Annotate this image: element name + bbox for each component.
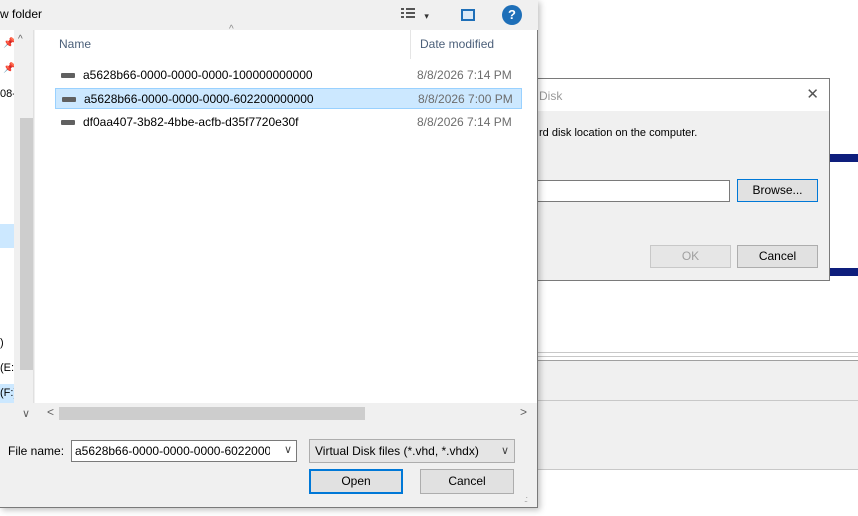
disk-row: [530, 400, 858, 470]
views-button[interactable]: ▾: [401, 7, 429, 22]
divider: [530, 356, 858, 357]
horizontal-scrollbar[interactable]: < >: [35, 403, 537, 423]
browse-button[interactable]: Browse...: [737, 179, 818, 202]
chevron-up-icon[interactable]: ^: [18, 34, 23, 45]
nav-item[interactable]: ): [0, 337, 4, 349]
file-name: df0aa407-3b82-4bbe-acfb-d35f7720e30f: [83, 115, 299, 129]
file-type-select[interactable]: Virtual Disk files (*.vhd, *.vhdx) ∨: [309, 439, 515, 463]
volume-bar: [830, 154, 858, 162]
file-list[interactable]: ^ Name Date modified a5628b66-0000-0000-…: [35, 24, 537, 403]
toolbar: w folder ▾ ?: [0, 0, 538, 30]
chevron-down-icon: ∨: [500, 445, 509, 457]
new-folder-button[interactable]: w folder: [0, 7, 42, 21]
file-name-label-text: File name:: [8, 444, 65, 458]
column-separator[interactable]: [410, 30, 411, 59]
nav-selection: [0, 224, 14, 248]
open-button[interactable]: Open: [309, 469, 403, 494]
file-type-value: Virtual Disk files (*.vhd, *.vhdx): [315, 444, 479, 458]
chevron-down-icon[interactable]: ∨: [284, 443, 292, 456]
chevron-down-icon: ▾: [424, 11, 429, 21]
file-date: 8/8/2026 7:00 PM: [418, 92, 513, 106]
attach-vhd-dialog: Disk ✕ rd disk location on the computer.…: [520, 78, 830, 281]
file-row[interactable]: df0aa407-3b82-4bbe-acfb-d35f7720e30f 8/8…: [55, 112, 522, 133]
background-pane: [530, 470, 858, 516]
file-row-selected[interactable]: a5628b66-0000-0000-0000-602200000000 8/8…: [55, 88, 522, 109]
file-row[interactable]: a5628b66-0000-0000-0000-100000000000 8/8…: [55, 65, 522, 86]
file-name-value[interactable]: a5628b66-0000-0000-0000-6022000: [75, 444, 270, 458]
file-date: 8/8/2026 7:14 PM: [417, 68, 512, 82]
column-header-date-modified[interactable]: Date modified: [420, 30, 494, 59]
location-input[interactable]: [531, 180, 730, 202]
file-name-combobox[interactable]: a5628b66-0000-0000-0000-6022000 ∨: [71, 440, 297, 462]
chevron-down-icon[interactable]: ∨: [22, 407, 30, 420]
file-name-label: File name:: [8, 444, 64, 458]
vhd-file-icon: [61, 120, 75, 125]
chevron-left-icon[interactable]: <: [47, 405, 54, 419]
views-icon: [401, 8, 418, 22]
file-date: 8/8/2026 7:14 PM: [417, 115, 512, 129]
preview-pane-icon[interactable]: [461, 9, 475, 21]
vhd-file-icon: [62, 97, 76, 102]
volume-bar: [830, 268, 858, 276]
dialog-title: Disk: [539, 89, 563, 103]
file-name: a5628b66-0000-0000-0000-602200000000: [84, 92, 314, 106]
cancel-button[interactable]: Cancel: [420, 469, 514, 494]
horizontal-scroll-thumb[interactable]: [59, 407, 365, 420]
close-icon[interactable]: ✕: [806, 85, 819, 103]
dialog-titlebar: Disk ✕: [521, 79, 829, 111]
chevron-right-icon[interactable]: >: [520, 405, 527, 419]
sort-ascending-icon: ^: [229, 24, 234, 35]
nav-scroll-thumb[interactable]: [20, 118, 33, 370]
resize-grip-icon[interactable]: .:: [524, 494, 528, 504]
open-file-dialog: w folder ▾ ? 📌 📌 08- ) (E:) (F:) ^ ∨ ^ N…: [0, 0, 538, 508]
file-name: a5628b66-0000-0000-0000-100000000000: [83, 68, 313, 82]
navigation-pane[interactable]: 📌 📌 08- ) (E:) (F:) ^: [0, 30, 34, 403]
help-icon[interactable]: ?: [502, 5, 522, 25]
divider: [530, 352, 858, 353]
column-header-name[interactable]: Name: [59, 30, 91, 59]
ok-button[interactable]: OK: [650, 245, 731, 268]
cancel-button[interactable]: Cancel: [737, 245, 818, 268]
dialog-description: rd disk location on the computer.: [539, 127, 698, 139]
vhd-file-icon: [61, 73, 75, 78]
